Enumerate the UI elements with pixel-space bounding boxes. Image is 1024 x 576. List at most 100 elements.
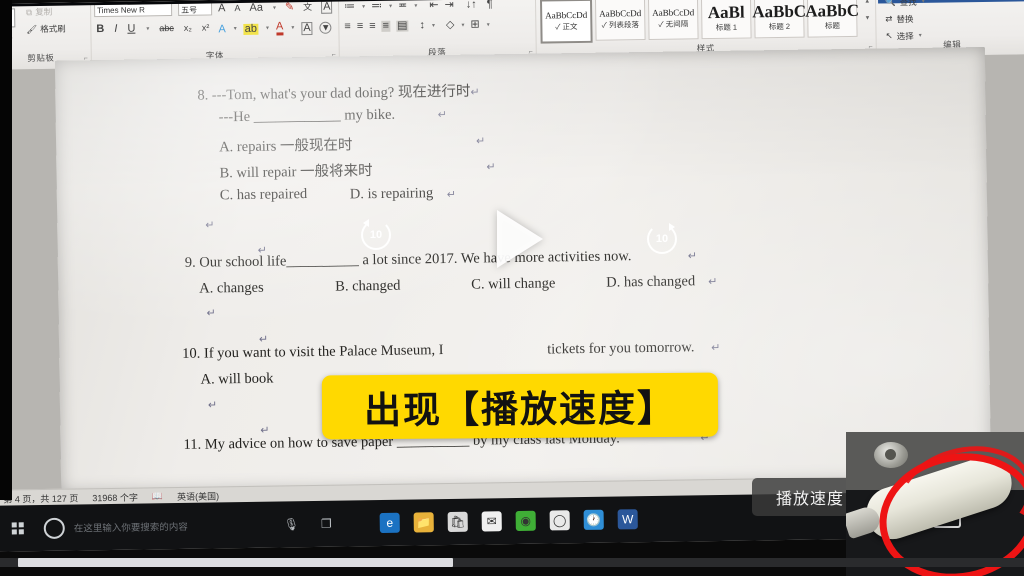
taskbar-icon-word[interactable]: W	[617, 509, 638, 530]
character-shading-icon[interactable]: A	[301, 21, 313, 35]
numbering-caret-icon[interactable]: ▾	[389, 3, 392, 9]
borders-icon[interactable]: ⊞	[470, 18, 479, 30]
underline-icon[interactable]: U	[127, 23, 135, 35]
style-sample: AaBbCcDd	[652, 6, 695, 18]
clear-formatting-icon[interactable]: ✎	[285, 1, 294, 13]
paragraph-mark: ↵	[470, 86, 480, 99]
highlight-icon[interactable]: ab	[243, 22, 259, 35]
distribute-icon[interactable]: ▤	[395, 20, 409, 32]
line-spacing-icon[interactable]: ↕	[419, 19, 425, 31]
photo-edge-left	[0, 0, 12, 500]
format-painter-button[interactable]: 🖌 格式刷	[26, 23, 65, 36]
task-view-icon[interactable]: ❐	[321, 517, 332, 531]
taskbar-icon-mail[interactable]: ✉	[481, 511, 502, 532]
ribbon-group-font: Times New R 五号 A A Aa ▾ ✎ 文 A B I U ▾ ab…	[89, 0, 340, 65]
line-spacing-caret-icon[interactable]: ▾	[432, 23, 435, 29]
style-name: 标题	[824, 20, 840, 30]
taskbar-app-list[interactable]: e 📁 🛍 ✉ ◉ ◯ 🕐 W	[366, 509, 638, 534]
microphone-icon[interactable]: 🎙	[284, 517, 299, 531]
bullets-caret-icon[interactable]: ▾	[362, 4, 365, 10]
paragraph-mark: ↵	[486, 161, 496, 174]
character-border-icon[interactable]: A	[321, 0, 333, 14]
video-progress-track[interactable]	[0, 558, 1024, 567]
language-label[interactable]: 英语(美国)	[177, 489, 219, 503]
shading-icon[interactable]: ◇	[446, 19, 455, 31]
q8-tail: ? 现在进行时	[387, 83, 471, 101]
play-button[interactable]	[497, 210, 543, 268]
strikethrough-icon[interactable]: abc	[159, 23, 174, 33]
borders-caret-icon[interactable]: ▾	[487, 22, 490, 28]
text-effects-caret-icon[interactable]: ▾	[234, 26, 237, 32]
shading-caret-icon[interactable]: ▾	[461, 22, 464, 28]
page-count-label[interactable]: 第 4 页，共 127 页	[3, 491, 78, 505]
multilevel-caret-icon[interactable]: ▾	[414, 3, 417, 9]
style-card-4[interactable]: AaBbC 标题 2	[752, 0, 807, 39]
cortana-icon[interactable]	[43, 517, 65, 539]
font-more-icon[interactable]: ▾	[319, 21, 332, 34]
styles-scroll-up-icon[interactable]: ▴	[865, 0, 869, 5]
taskbar-icon-explorer[interactable]: 📁	[413, 512, 434, 533]
taskbar-icon-store[interactable]: 🛍	[447, 511, 468, 532]
replace-label: 替换	[896, 13, 914, 24]
numbering-icon[interactable]: ≕	[371, 0, 382, 12]
increase-indent-icon[interactable]: ⇥	[444, 0, 453, 11]
question-9-option-d: D. has changed	[606, 273, 696, 291]
show-formatting-marks-icon[interactable]: ¶	[487, 0, 493, 10]
font-name-input[interactable]: Times New R	[94, 3, 173, 18]
style-sample: AaBbC	[805, 0, 860, 21]
decrease-indent-icon[interactable]: ⇤	[429, 0, 438, 11]
taskbar-icon-edge[interactable]: e	[379, 512, 400, 534]
style-card-5[interactable]: AaBbC 标题	[805, 0, 860, 38]
shrink-font-icon[interactable]: A	[234, 3, 240, 13]
highlight-caret-icon[interactable]: ▾	[266, 26, 269, 32]
align-right-icon[interactable]: ≡	[369, 20, 376, 32]
taskbar-icon-green-app[interactable]: ◉	[515, 510, 536, 531]
word-count-label[interactable]: 31968 个字	[92, 490, 138, 504]
align-left-icon[interactable]: ≡	[344, 20, 351, 32]
taskbar-icon-clock-app[interactable]: 🕐	[583, 509, 604, 530]
proofing-icon[interactable]: 📖	[152, 491, 163, 502]
style-name: ✓ 无间隔	[658, 18, 689, 29]
select-caret-icon[interactable]: ▾	[919, 32, 922, 38]
italic-icon[interactable]: I	[114, 23, 117, 35]
styles-gallery[interactable]: AaBbCcDd ✓ 正文 AaBbCcDd ✓ 列表段落 AaBbCcDd ✓ 无间隔 A…	[539, 0, 860, 44]
style-card-1[interactable]: AaBbCcDd ✓ 列表段落	[594, 0, 646, 41]
question-9-option-a: A. changes	[199, 279, 264, 297]
taskbar-search-input[interactable]: 在这里输入你要搜索的内容	[74, 518, 242, 535]
change-case-caret-icon[interactable]: ▾	[273, 5, 276, 11]
underline-caret-icon[interactable]: ▾	[146, 26, 149, 32]
ribbon-group-editing: 🔍 查找 ▾ ⇄ 替换 ↖ 选择 ▾ 编辑	[875, 0, 1024, 53]
style-card-2[interactable]: AaBbCcDd ✓ 无间隔	[647, 0, 699, 40]
start-button-icon[interactable]	[11, 522, 24, 535]
sort-icon[interactable]: ↓↑	[466, 0, 477, 11]
paragraph-mark: ↵	[446, 188, 457, 201]
copy-button[interactable]: ⧉ 复制	[26, 6, 52, 18]
rewind-10-button[interactable]: 10	[361, 219, 391, 250]
grow-font-icon[interactable]: A	[218, 2, 226, 14]
question-8-option-d: D. is repairing	[349, 185, 434, 203]
styles-scroll-down-icon[interactable]: ▾	[866, 14, 870, 22]
replace-button[interactable]: ⇄ 替换	[885, 11, 925, 27]
phonetic-guide-icon[interactable]: 文	[303, 2, 312, 12]
multilevel-list-icon[interactable]: ≖	[398, 0, 407, 12]
bold-icon[interactable]: B	[96, 23, 104, 35]
align-center-icon[interactable]: ≡	[357, 20, 364, 32]
change-case-icon[interactable]: Aa	[249, 2, 263, 14]
style-sample: AaBbC	[752, 1, 807, 21]
superscript-icon[interactable]: x²	[202, 22, 210, 32]
find-button[interactable]: 🔍 查找 ▾	[885, 0, 925, 9]
font-size-input[interactable]: 五号	[178, 2, 213, 16]
bullets-icon[interactable]: ≔	[344, 0, 355, 12]
style-card-3[interactable]: AaBl 标题 1	[700, 0, 752, 40]
style-name: 标题 2	[768, 21, 791, 31]
taskbar-icon-chrome[interactable]: ◯	[549, 510, 570, 531]
justify-icon[interactable]: ≡	[381, 20, 391, 32]
font-color-icon[interactable]: A	[276, 20, 284, 36]
forward-10-button[interactable]: 10	[647, 223, 677, 254]
font-color-caret-icon[interactable]: ▾	[291, 25, 294, 31]
find-caret-icon[interactable]: ▾	[922, 0, 925, 4]
style-card-0[interactable]: AaBbCcDd ✓ 正文	[539, 0, 593, 44]
text-effects-icon[interactable]: A	[218, 23, 226, 35]
style-sample: AaBbCcDd	[545, 9, 588, 20]
subscript-icon[interactable]: x₂	[184, 23, 192, 33]
